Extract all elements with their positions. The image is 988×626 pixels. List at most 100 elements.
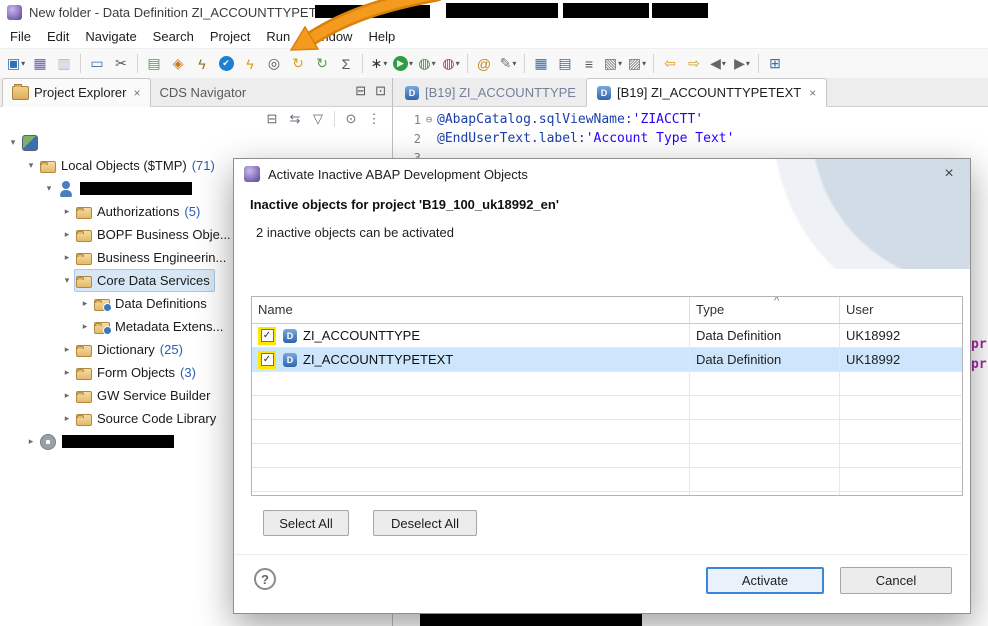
menu-item-edit[interactable]: Edit — [39, 26, 77, 47]
layout-grid-icon[interactable]: ▦ — [529, 52, 553, 75]
where-used-icon[interactable]: ◎ — [262, 52, 286, 75]
dropdown-arrow-icon[interactable]: ▾ — [432, 59, 436, 68]
table-row-empty[interactable] — [252, 468, 962, 492]
dropdown-arrow-icon[interactable]: ▾ — [722, 59, 726, 68]
atc-check-icon[interactable]: ✔ — [214, 52, 238, 75]
activate-icon[interactable]: ϟ — [238, 52, 262, 75]
editor-tab-zi-accounttype[interactable]: [B19] ZI_ACCOUNTTYPE — [395, 79, 586, 106]
column-header-user[interactable]: User — [840, 297, 962, 323]
close-icon[interactable]: × — [133, 86, 140, 100]
back-icon[interactable]: ◀▾ — [706, 52, 730, 75]
column-header-type[interactable]: Type — [690, 297, 840, 323]
tab-label: Project Explorer — [34, 85, 126, 100]
chevron-right-icon[interactable]: ▸ — [60, 206, 74, 217]
new-abap-object-icon[interactable]: ▤ — [142, 52, 166, 75]
save-icon[interactable]: ▦ — [28, 52, 52, 75]
menu-item-window[interactable]: Window — [298, 26, 360, 47]
table-row-empty[interactable] — [252, 420, 962, 444]
outline-icon[interactable]: ▤ — [553, 52, 577, 75]
maximize-icon[interactable]: ⊡ — [375, 83, 386, 99]
data-preview-icon[interactable]: ◍▾ — [439, 52, 463, 75]
menu-item-file[interactable]: File — [2, 26, 39, 47]
table-row-zi-accounttype[interactable]: ✓ZI_ACCOUNTTYPEData DefinitionUK18992 — [252, 324, 962, 348]
sync-icon[interactable]: ↻ — [310, 52, 334, 75]
dialog-close-icon[interactable]: × — [938, 165, 960, 183]
code-line[interactable]: 1⊖@AbapCatalog.sqlViewName: 'ZIACCTT' — [393, 110, 988, 129]
save-all-icon[interactable]: ▥ — [52, 52, 76, 75]
refresh-icon[interactable]: ↻ — [286, 52, 310, 75]
layers-icon[interactable]: ▧▾ — [601, 52, 625, 75]
menu-item-run[interactable]: Run — [258, 26, 298, 47]
menu-item-search[interactable]: Search — [145, 26, 202, 47]
mass-activate-icon[interactable]: ϟ — [190, 52, 214, 75]
menu-item-help[interactable]: Help — [360, 26, 403, 47]
code-line[interactable]: 2@EndUserText.label: 'Account Type Text' — [393, 129, 988, 148]
tab-project-explorer[interactable]: Project Explorer × — [2, 78, 151, 107]
cancel-button[interactable]: Cancel — [840, 567, 952, 594]
table-view-icon[interactable]: ▨▾ — [625, 52, 649, 75]
table-row-empty[interactable] — [252, 492, 962, 496]
open-perspective-icon[interactable]: ⊞ — [763, 52, 787, 75]
minimize-icon[interactable]: ⊟ — [355, 83, 366, 99]
dropdown-arrow-icon[interactable]: ▾ — [21, 59, 25, 68]
view-menu-icon[interactable]: ⋮ — [364, 109, 384, 129]
filter-icon[interactable]: ▽ — [308, 109, 328, 129]
dropdown-arrow-icon[interactable]: ▾ — [642, 59, 646, 68]
chevron-right-icon[interactable]: ▸ — [78, 321, 92, 332]
fold-marker-icon[interactable]: ⊖ — [421, 113, 437, 126]
chevron-right-icon[interactable]: ▸ — [60, 229, 74, 240]
edit-icon[interactable]: ✎▾ — [496, 52, 520, 75]
transport-icon[interactable]: ◈ — [166, 52, 190, 75]
link-with-editor-icon[interactable]: ⇆ — [285, 109, 305, 129]
chevron-right-icon[interactable]: ▸ — [60, 413, 74, 424]
hierarchy-icon[interactable]: ≡ — [577, 52, 601, 75]
chevron-down-icon[interactable]: ▾ — [60, 275, 74, 286]
new-wizard-icon[interactable]: ▣▾ — [4, 52, 28, 75]
chevron-right-icon[interactable]: ▸ — [60, 344, 74, 355]
column-header-name[interactable]: Name — [252, 297, 690, 323]
dropdown-arrow-icon[interactable]: ▾ — [512, 59, 516, 68]
statistics-icon[interactable]: Σ — [334, 52, 358, 75]
chevron-right-icon[interactable]: ▸ — [24, 436, 38, 447]
select-all-button[interactable]: Select All — [263, 510, 349, 536]
close-icon[interactable]: × — [809, 86, 816, 100]
chevron-down-icon[interactable]: ▾ — [42, 183, 56, 194]
editor-tab-zi-accounttypetext[interactable]: [B19] ZI_ACCOUNTTYPETEXT × — [586, 78, 827, 107]
dropdown-arrow-icon[interactable]: ▾ — [409, 59, 413, 68]
sap-gui-icon[interactable]: @ — [472, 52, 496, 75]
run-icon[interactable]: ▶▾ — [391, 52, 415, 75]
activate-button[interactable]: Activate — [706, 567, 824, 594]
tab-cds-navigator[interactable]: CDS Navigator — [151, 79, 256, 106]
tree-row[interactable]: ▾ — [0, 131, 392, 154]
external-tools-icon[interactable]: ∗▾ — [367, 52, 391, 75]
next-edit-icon[interactable]: ⇨ — [682, 52, 706, 75]
new-database-icon[interactable]: ◍▾ — [415, 52, 439, 75]
row-checkbox[interactable]: ✓ — [261, 353, 274, 366]
table-row-empty[interactable] — [252, 396, 962, 420]
table-body: ✓ZI_ACCOUNTTYPEData DefinitionUK18992✓ZI… — [252, 324, 962, 496]
chevron-right-icon[interactable]: ▸ — [60, 390, 74, 401]
collapse-all-icon[interactable]: ⊟ — [262, 109, 282, 129]
chevron-right-icon[interactable]: ▸ — [60, 367, 74, 378]
chevron-down-icon[interactable]: ▾ — [24, 160, 38, 171]
menu-item-navigate[interactable]: Navigate — [77, 26, 144, 47]
forward-icon[interactable]: ▶▾ — [730, 52, 754, 75]
dropdown-arrow-icon[interactable]: ▾ — [456, 59, 460, 68]
chevron-right-icon[interactable]: ▸ — [78, 298, 92, 309]
dropdown-arrow-icon[interactable]: ▾ — [746, 59, 750, 68]
help-button[interactable]: ? — [254, 568, 276, 590]
table-row-zi-accounttypetext[interactable]: ✓ZI_ACCOUNTTYPETEXTData DefinitionUK1899… — [252, 348, 962, 372]
dropdown-arrow-icon[interactable]: ▾ — [618, 59, 622, 68]
deselect-all-button[interactable]: Deselect All — [373, 510, 477, 536]
table-row-empty[interactable] — [252, 372, 962, 396]
menu-item-project[interactable]: Project — [202, 26, 258, 47]
chevron-down-icon[interactable]: ▾ — [6, 137, 20, 148]
chevron-right-icon[interactable]: ▸ — [60, 252, 74, 263]
focus-icon[interactable]: ⊙ — [341, 109, 361, 129]
table-row-empty[interactable] — [252, 444, 962, 468]
row-checkbox[interactable]: ✓ — [261, 329, 274, 342]
dropdown-arrow-icon[interactable]: ▾ — [383, 59, 387, 68]
previous-edit-icon[interactable]: ⇦ — [658, 52, 682, 75]
cut-icon[interactable]: ✂ — [109, 52, 133, 75]
console-icon[interactable]: ▭ — [85, 52, 109, 75]
